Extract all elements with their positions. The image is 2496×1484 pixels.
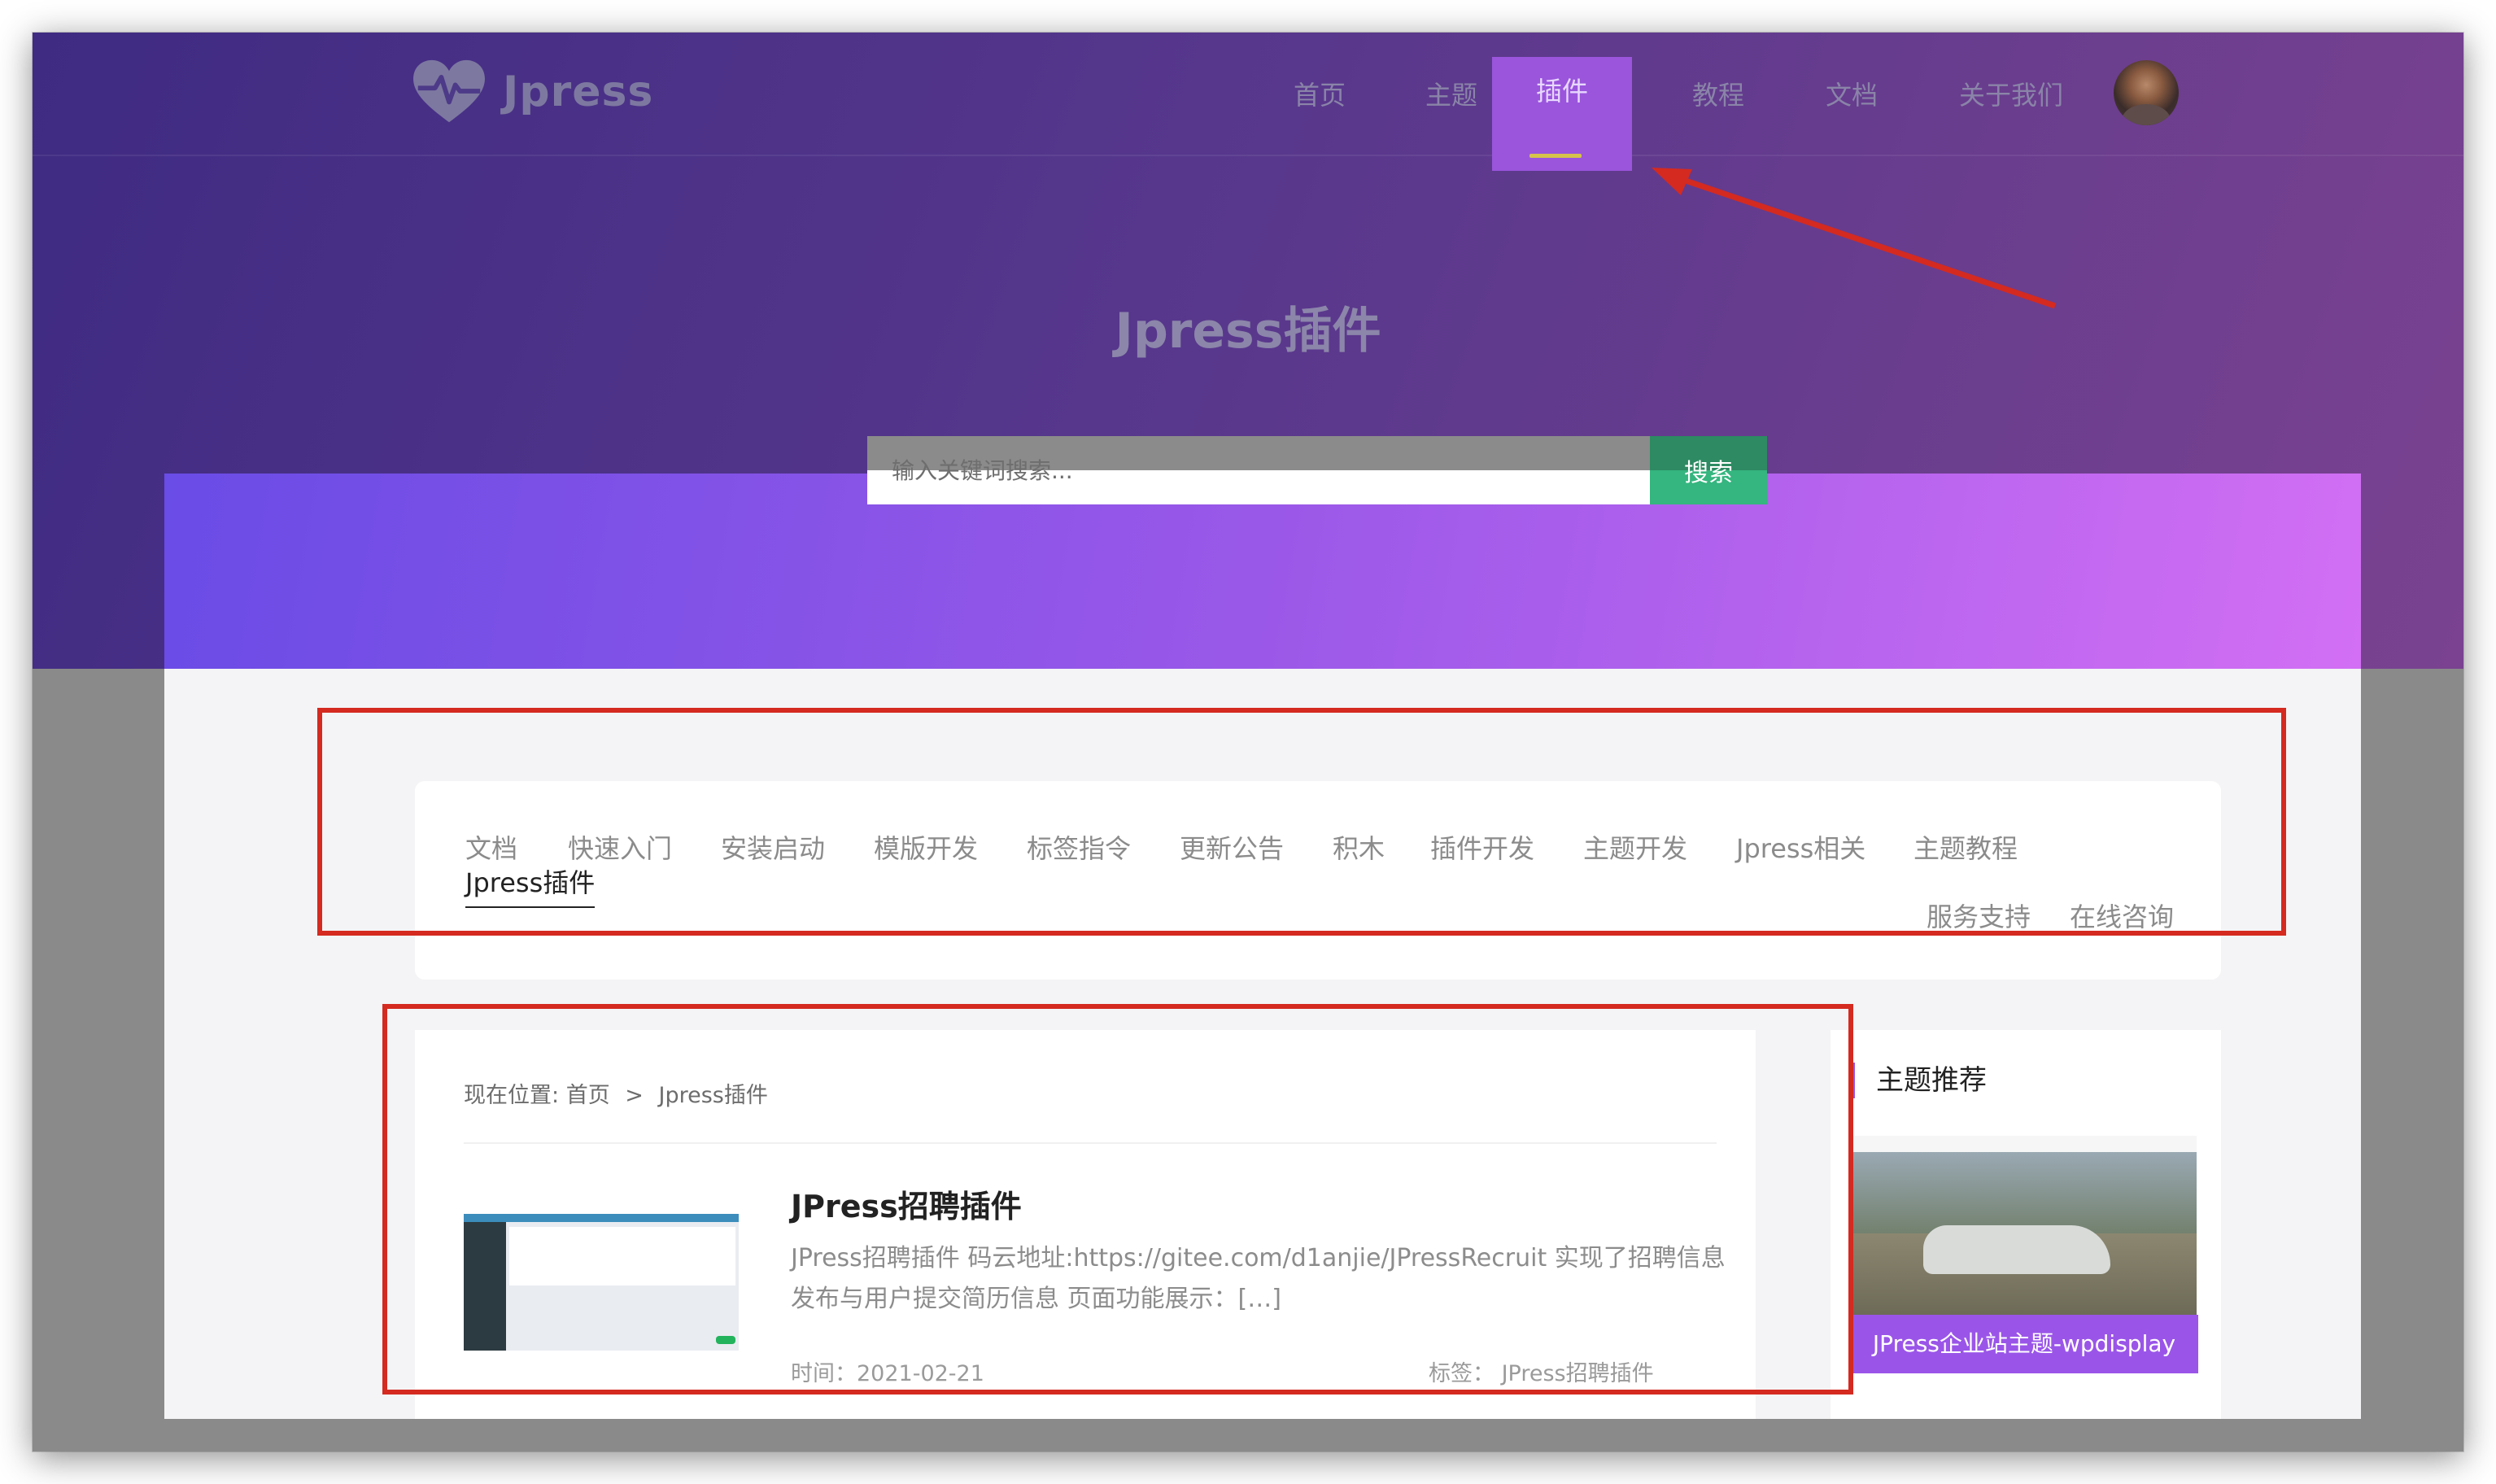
main-nav: 首页 主题 插件 教程 文档 关于我们 — [33, 57, 2463, 171]
avatar-shirt — [2122, 104, 2171, 125]
annotation-box-post — [382, 1004, 1853, 1395]
theme-preview-image-2[interactable] — [1850, 1414, 2197, 1419]
theme-preview-header-2 — [1850, 1414, 2197, 1419]
nav-themes[interactable]: 主题 — [1425, 75, 1477, 112]
sidebar-heading: 主题推荐 — [1848, 1063, 1987, 1098]
theme-title-button[interactable]: JPress企业站主题-wpdisplay — [1850, 1315, 2198, 1373]
nav-home[interactable]: 首页 — [1294, 75, 1346, 112]
nav-docs[interactable]: 文档 — [1826, 75, 1878, 112]
header-divider — [33, 155, 2463, 156]
theme-preview-image[interactable] — [1850, 1136, 2197, 1315]
search-input[interactable] — [867, 436, 1650, 504]
theme-preview-car — [1923, 1225, 2110, 1274]
nav-plugins-label: 插件 — [1535, 76, 1588, 107]
theme-preview-header — [1850, 1136, 2197, 1152]
active-underline — [1529, 154, 1582, 158]
sidebar-theme-recommend: 主题推荐 JPress企业站主题-wpdisplay — [1831, 1030, 2221, 1419]
annotation-box-categories — [317, 708, 2286, 936]
nav-tutorials[interactable]: 教程 — [1692, 75, 1744, 112]
nav-about[interactable]: 关于我们 — [1959, 75, 2063, 112]
page-title: Jpress插件 — [1115, 303, 1381, 360]
search-button[interactable]: 搜索 — [1650, 436, 1767, 504]
nav-plugins[interactable]: 插件 — [1492, 57, 1632, 171]
user-avatar[interactable] — [2114, 60, 2179, 125]
search-bar: 搜索 — [867, 436, 1798, 508]
browser-window: Jpress 首页 主题 插件 教程 文档 关于我们 Jpress插件 搜索 文… — [33, 33, 2463, 1451]
